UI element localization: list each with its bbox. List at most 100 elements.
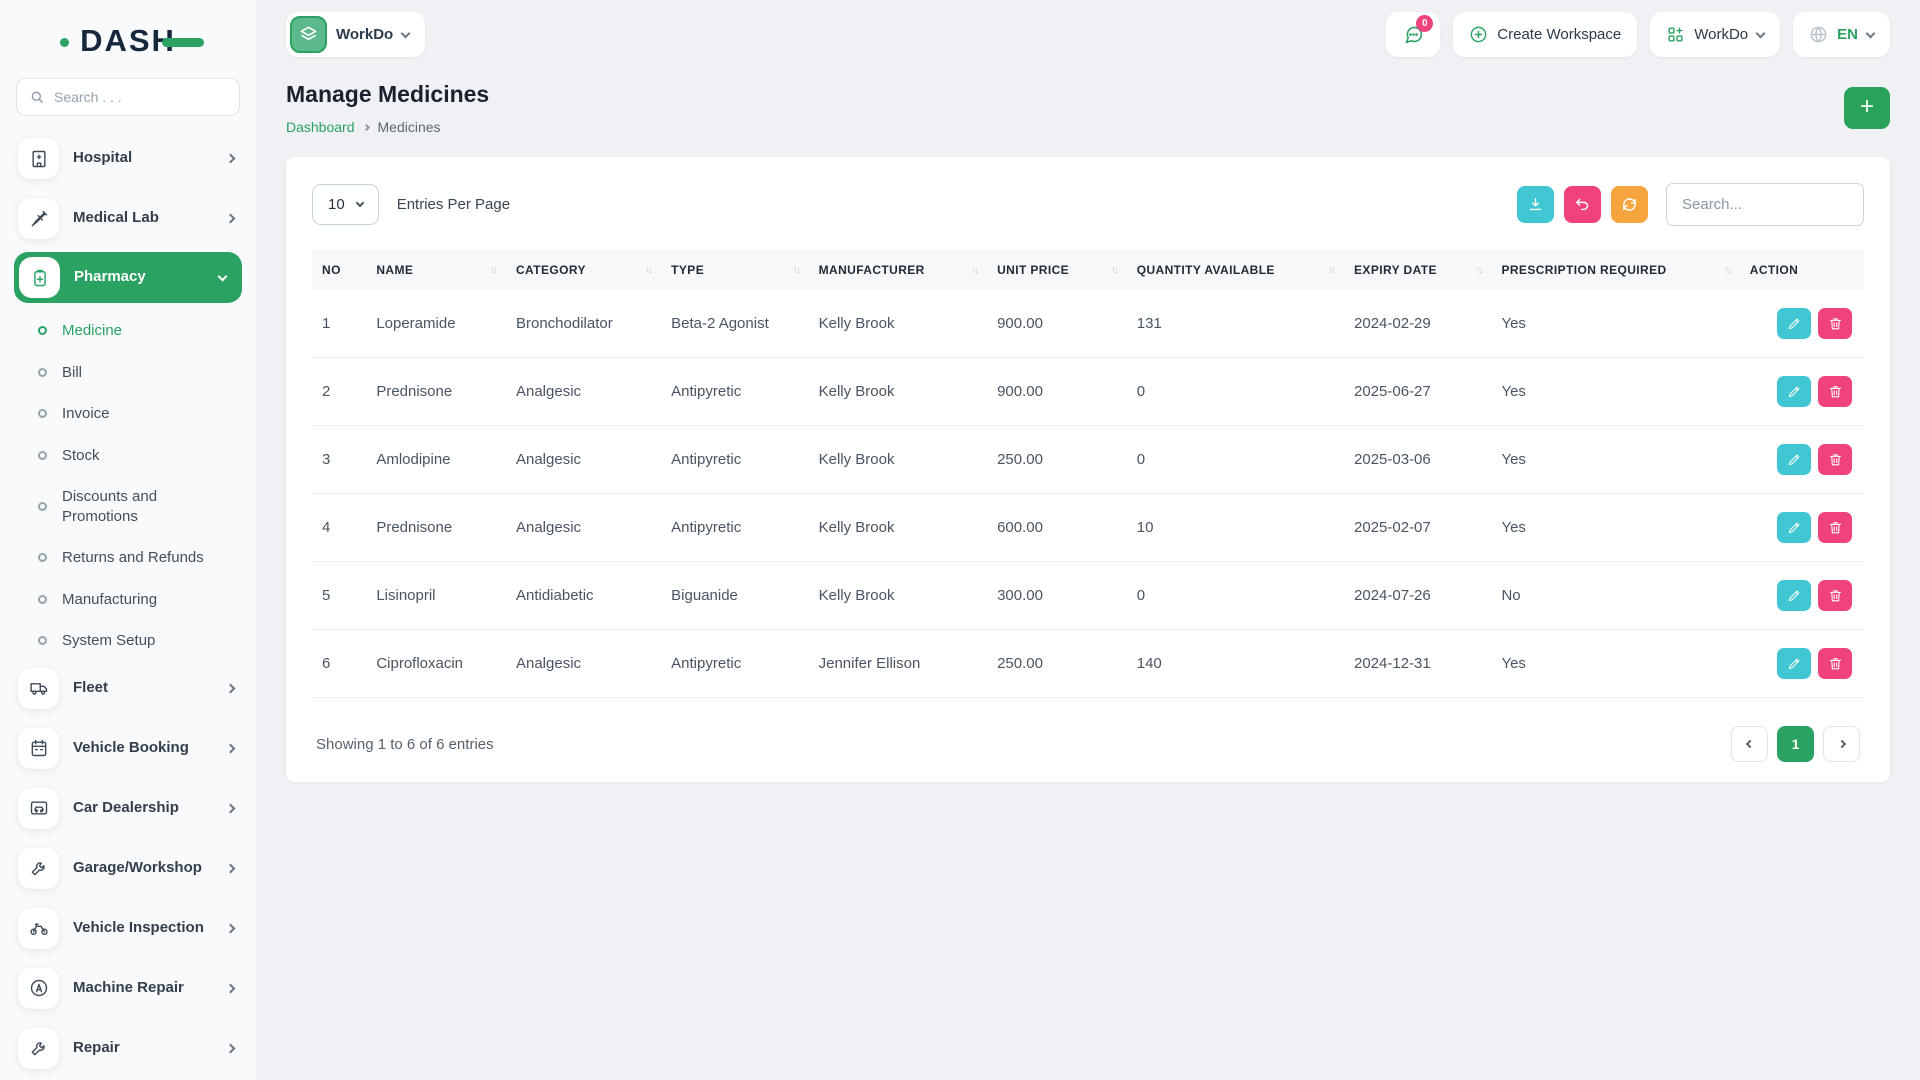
sidebar-item-repair[interactable]: Repair bbox=[14, 1022, 242, 1075]
entries-per-page-select[interactable]: 10 bbox=[312, 184, 379, 225]
sidebar-subitem-medicine[interactable]: Medicine bbox=[14, 310, 242, 352]
bullet-circle-icon bbox=[38, 553, 47, 563]
sidebar-item-medical-lab[interactable]: Medical Lab bbox=[14, 192, 242, 245]
refresh-icon bbox=[1621, 196, 1638, 213]
chevron-right-icon bbox=[225, 983, 236, 993]
dash-logo[interactable]: DASH bbox=[14, 14, 242, 68]
create-workspace-label: Create Workspace bbox=[1497, 26, 1622, 43]
column-header-category[interactable]: CATEGORY ↑↓ bbox=[505, 250, 662, 290]
workspace-selector[interactable]: WorkDo bbox=[286, 12, 426, 57]
bullet-circle-icon bbox=[38, 594, 47, 604]
edit-medicine-button[interactable] bbox=[1777, 444, 1811, 475]
cell-action bbox=[1739, 357, 1864, 426]
cell-prescription: Yes bbox=[1491, 357, 1740, 426]
column-header-quantity-available[interactable]: QUANTITY AVAILABLE ↑↓ bbox=[1126, 250, 1345, 290]
export-download-button[interactable] bbox=[1517, 186, 1554, 223]
edit-medicine-button[interactable] bbox=[1777, 580, 1811, 611]
sidebar-subitem-stock[interactable]: Stock bbox=[14, 435, 242, 477]
cell-quantity: 0 bbox=[1126, 561, 1345, 630]
cell-type: Antipyretic bbox=[661, 493, 809, 562]
sidebar-item-car-dealership[interactable]: Car Dealership bbox=[14, 782, 242, 835]
chevron-right-icon bbox=[362, 123, 370, 131]
cell-category: Bronchodilator bbox=[505, 290, 662, 358]
sort-icon: ↑↓ bbox=[1328, 265, 1336, 276]
sidebar-item-vehicle-inspection[interactable]: Vehicle Inspection bbox=[14, 902, 242, 955]
sidebar-item-pharmacy[interactable]: Pharmacy bbox=[14, 252, 242, 303]
language-selector[interactable]: EN bbox=[1793, 12, 1890, 57]
pencil-icon bbox=[1787, 316, 1802, 331]
chevron-down-icon bbox=[400, 28, 411, 38]
sidebar-item-vehicle-booking[interactable]: Vehicle Booking bbox=[14, 722, 242, 775]
sidebar-subitem-label: Medicine bbox=[62, 322, 123, 339]
cell-action bbox=[1739, 425, 1864, 494]
sidebar-subitem-returns-and-refunds[interactable]: Returns and Refunds bbox=[14, 537, 242, 579]
sidebar-item-label: Hospital bbox=[73, 149, 133, 167]
column-header-manufacturer[interactable]: MANUFACTURER ↑↓ bbox=[808, 250, 988, 290]
sidebar-subitem-manufacturing[interactable]: Manufacturing bbox=[14, 579, 242, 621]
edit-medicine-button[interactable] bbox=[1777, 512, 1811, 543]
cell-prescription: Yes bbox=[1491, 493, 1740, 562]
chat-badge: 0 bbox=[1416, 15, 1434, 32]
breadcrumb-dashboard-link[interactable]: Dashboard bbox=[286, 119, 355, 135]
cell-prescription: Yes bbox=[1491, 629, 1740, 698]
sidebar-subitem-discounts-and-promotions[interactable]: Discounts and Promotions bbox=[14, 476, 242, 537]
table-search-input[interactable] bbox=[1666, 183, 1864, 226]
workdo-menu-button[interactable]: WorkDo bbox=[1650, 12, 1781, 57]
chevron-right-icon bbox=[225, 153, 236, 164]
column-header-expiry-date[interactable]: EXPIRY DATE ↑↓ bbox=[1344, 250, 1492, 290]
next-page-button[interactable] bbox=[1823, 726, 1860, 762]
sidebar-item-hospital[interactable]: Hospital bbox=[14, 132, 242, 185]
sidebar-item-fleet[interactable]: Fleet bbox=[14, 662, 242, 715]
messages-button[interactable]: 0 bbox=[1386, 12, 1441, 57]
cell-manufacturer: Jennifer Ellison bbox=[808, 629, 988, 698]
sidebar-item-garage-workshop[interactable]: Garage/Workshop bbox=[14, 842, 242, 895]
trash-icon bbox=[1828, 316, 1843, 331]
motorcycle-icon bbox=[18, 907, 59, 949]
sidebar-search-input[interactable] bbox=[54, 89, 227, 105]
cell-category: Antidiabetic bbox=[505, 561, 662, 630]
sidebar-item-label: Fleet bbox=[73, 678, 109, 696]
delete-medicine-button[interactable] bbox=[1818, 376, 1852, 407]
previous-page-button[interactable] bbox=[1731, 726, 1768, 762]
delete-medicine-button[interactable] bbox=[1818, 580, 1852, 611]
column-header-name[interactable]: NAME ↑↓ bbox=[366, 250, 506, 290]
cell-name: Amlodipine bbox=[366, 425, 506, 494]
sidebar-item-label: Vehicle Booking bbox=[73, 738, 189, 756]
table-toolbar: 10 Entries Per Page bbox=[312, 183, 1864, 226]
page-number-button[interactable]: 1 bbox=[1777, 726, 1814, 762]
column-header-no: NO bbox=[312, 250, 367, 290]
sidebar-item-machine-repair[interactable]: Machine Repair bbox=[14, 962, 242, 1015]
cell-category: Analgesic bbox=[505, 493, 662, 562]
sidebar-subitem-invoice[interactable]: Invoice bbox=[14, 393, 242, 435]
add-medicine-button[interactable]: + bbox=[1844, 87, 1890, 129]
cell-type: Beta-2 Agonist bbox=[661, 290, 809, 358]
edit-medicine-button[interactable] bbox=[1777, 376, 1811, 407]
delete-medicine-button[interactable] bbox=[1818, 308, 1852, 339]
cell-no: 5 bbox=[312, 561, 367, 630]
delete-medicine-button[interactable] bbox=[1818, 444, 1852, 475]
column-header-unit-price[interactable]: UNIT PRICE ↑↓ bbox=[987, 250, 1127, 290]
cell-quantity: 0 bbox=[1126, 425, 1345, 494]
cell-type: Antipyretic bbox=[661, 425, 809, 494]
column-header-prescription-required[interactable]: PRESCRIPTION REQUIRED ↑↓ bbox=[1491, 250, 1740, 290]
sidebar-subitem-system-setup[interactable]: System Setup bbox=[14, 620, 242, 662]
cell-expiry: 2024-02-29 bbox=[1344, 290, 1492, 358]
edit-medicine-button[interactable] bbox=[1777, 648, 1811, 679]
cell-no: 2 bbox=[312, 357, 367, 426]
create-workspace-button[interactable]: Create Workspace bbox=[1453, 12, 1638, 57]
refresh-button[interactable] bbox=[1611, 186, 1648, 223]
cell-expiry: 2025-06-27 bbox=[1344, 357, 1492, 426]
cell-unit_price: 600.00 bbox=[987, 493, 1127, 562]
delete-medicine-button[interactable] bbox=[1818, 512, 1852, 543]
delete-medicine-button[interactable] bbox=[1818, 648, 1852, 679]
cell-no: 4 bbox=[312, 493, 367, 562]
chevron-down-icon bbox=[355, 198, 364, 208]
bullet-circle-icon bbox=[38, 450, 47, 460]
column-header-type[interactable]: TYPE ↑↓ bbox=[661, 250, 809, 290]
machine-icon bbox=[18, 967, 59, 1009]
sidebar-item-label: Garage/Workshop bbox=[73, 858, 202, 876]
reset-undo-button[interactable] bbox=[1564, 186, 1601, 223]
edit-medicine-button[interactable] bbox=[1777, 308, 1811, 339]
sidebar-subitem-bill[interactable]: Bill bbox=[14, 352, 242, 394]
cell-name: Ciprofloxacin bbox=[366, 629, 506, 698]
